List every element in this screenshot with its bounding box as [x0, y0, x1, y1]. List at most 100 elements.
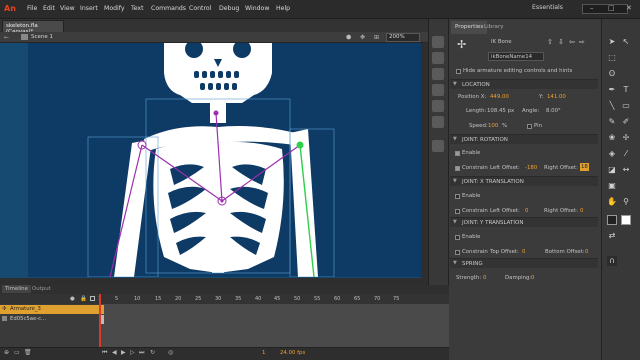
snap-magnet-icon[interactable]: ∩	[607, 256, 617, 266]
eyedropper-tool-icon[interactable]: ⁄	[621, 149, 631, 159]
next-frame-icon[interactable]: ▷	[130, 349, 135, 356]
menu-view[interactable]: View	[60, 4, 75, 14]
lasso-tool-icon[interactable]: ʘ	[607, 69, 617, 79]
close-button[interactable]: ✕	[626, 4, 632, 12]
deco-tool-icon[interactable]: ❀	[607, 133, 617, 143]
panel-code-icon[interactable]	[432, 140, 444, 152]
stage-vertical-scrollbar[interactable]	[421, 43, 428, 278]
prev-frame-icon[interactable]: ◀	[112, 349, 117, 356]
stage[interactable]	[28, 40, 428, 278]
instance-name-input[interactable]: ikBoneName14	[488, 52, 544, 61]
rotation-left-value[interactable]: -180	[525, 164, 537, 172]
frame-rate[interactable]: 24.00 fps	[280, 349, 305, 357]
bone-child-icon[interactable]: ⇩	[558, 38, 564, 46]
new-layer-icon[interactable]: ⊕	[4, 349, 9, 356]
play-icon[interactable]: ▶	[121, 349, 126, 356]
tab-timeline[interactable]: Timeline	[2, 285, 31, 293]
menu-edit[interactable]: Edit	[43, 4, 55, 14]
camera-tool-icon[interactable]: ▣	[607, 181, 617, 191]
spring-damping-value[interactable]: 0	[531, 274, 534, 282]
section-spring[interactable]: SPRING	[450, 258, 598, 268]
panel-transform-icon[interactable]	[432, 100, 444, 112]
current-frame[interactable]: 1	[262, 349, 265, 357]
brush-tool-icon[interactable]: ✐	[621, 117, 631, 127]
document-tab[interactable]: skeleton.fla (Canvas)*	[2, 20, 64, 35]
menu-debug[interactable]: Debug	[219, 4, 239, 14]
pin-checkbox[interactable]	[527, 124, 532, 129]
tab-output[interactable]: Output	[32, 285, 51, 293]
rotation-constrain-checkbox[interactable]	[455, 166, 460, 171]
rotation-enable-checkbox[interactable]	[455, 151, 460, 156]
maximize-button[interactable]: □	[608, 4, 615, 12]
pencil-tool-icon[interactable]: ✎	[607, 117, 617, 127]
new-folder-icon[interactable]: ▭	[14, 349, 20, 356]
stroke-color-swatch[interactable]	[607, 215, 617, 225]
ytrans-bottom-value[interactable]: 0	[585, 248, 588, 256]
tab-library[interactable]: Library	[480, 21, 508, 34]
panel-history-icon[interactable]	[432, 116, 444, 128]
xtrans-right-value[interactable]: 0	[580, 207, 583, 215]
section-location[interactable]: LOCATION	[450, 79, 598, 89]
ytrans-top-value[interactable]: 0	[522, 248, 525, 256]
lock-icon[interactable]: 🔒	[80, 296, 87, 302]
ytrans-enable-checkbox[interactable]	[455, 235, 460, 240]
panel-align-icon[interactable]	[432, 36, 444, 48]
eraser-tool-icon[interactable]: ◪	[607, 165, 617, 175]
help-search-input[interactable]	[582, 4, 628, 14]
hide-controls-checkbox[interactable]	[456, 69, 461, 74]
section-joint-x-translation[interactable]: JOINT: X TRANSLATION	[450, 176, 598, 186]
ytrans-constrain-checkbox[interactable]	[455, 250, 460, 255]
free-transform-tool-icon[interactable]: ⬚	[607, 53, 617, 63]
zoom-select[interactable]: 200%	[386, 33, 420, 42]
frames-area[interactable]	[100, 304, 449, 350]
section-joint-y-translation[interactable]: JOINT: Y TRANSLATION	[450, 217, 598, 227]
subselection-tool-icon[interactable]: ↖	[621, 37, 631, 47]
menu-modify[interactable]: Modify	[104, 4, 125, 14]
menu-help[interactable]: Help	[276, 4, 290, 14]
fill-color-swatch[interactable]	[621, 215, 631, 225]
panel-info-icon[interactable]	[432, 84, 444, 96]
speed-value[interactable]: 100	[488, 122, 498, 130]
edit-symbol-icon[interactable]: ✥	[360, 34, 365, 41]
rotation-right-value[interactable]: 18	[580, 163, 589, 171]
menu-control[interactable]: Control	[189, 4, 211, 14]
outline-icon[interactable]	[90, 296, 95, 301]
pen-tool-icon[interactable]: ✒	[607, 85, 617, 95]
text-tool-icon[interactable]: T	[621, 85, 631, 95]
layer-row-armature[interactable]: Armature_3	[0, 305, 100, 314]
onion-skin-icon[interactable]: ◎	[168, 349, 173, 356]
xtrans-left-value[interactable]: 0	[525, 207, 528, 215]
selection-tool-icon[interactable]: ➤	[607, 37, 617, 47]
first-frame-icon[interactable]: ⏮	[102, 349, 107, 357]
line-tool-icon[interactable]: ╲	[607, 101, 617, 111]
xtrans-enable-checkbox[interactable]	[455, 194, 460, 199]
skeleton-artwork[interactable]	[28, 40, 428, 278]
width-tool-icon[interactable]: ↔	[621, 165, 631, 175]
hand-tool-icon[interactable]: ✋	[607, 197, 617, 207]
xtrans-constrain-checkbox[interactable]	[455, 209, 460, 214]
back-arrow-icon[interactable]: ←	[4, 34, 9, 41]
minimize-button[interactable]: –	[590, 4, 594, 12]
loop-icon[interactable]: ↻	[150, 349, 155, 356]
center-stage-icon[interactable]: ⊞	[374, 34, 379, 41]
section-joint-rotation[interactable]: JOINT: ROTATION	[450, 134, 598, 144]
workspace-switcher[interactable]: Essentials	[532, 4, 563, 11]
menu-commands[interactable]: Commands	[151, 4, 186, 14]
menu-file[interactable]: File	[27, 4, 37, 14]
menu-text[interactable]: Text	[131, 4, 144, 14]
layer-row-2[interactable]: Ed05c5ae-c…	[0, 315, 100, 324]
position-y-value[interactable]: 141.00	[547, 93, 566, 101]
zoom-tool-icon[interactable]: ⚲	[621, 197, 631, 207]
bone-sibling-icon[interactable]: ⇦	[569, 38, 575, 46]
show-hide-icon[interactable]: ●	[70, 296, 75, 302]
paint-bucket-tool-icon[interactable]: ◈	[607, 149, 617, 159]
panel-swatches-icon[interactable]	[432, 68, 444, 80]
stage-horizontal-scrollbar[interactable]	[0, 278, 428, 285]
swap-colors-icon[interactable]: ⇄	[607, 231, 617, 241]
edit-scene-icon[interactable]: ⬢	[346, 34, 351, 41]
bone-parent-icon[interactable]: ⇧	[547, 38, 553, 46]
panel-color-icon[interactable]	[432, 52, 444, 64]
playhead[interactable]	[99, 294, 101, 348]
last-frame-icon[interactable]: ⏭	[139, 349, 144, 357]
delete-layer-icon[interactable]: 🗑	[24, 349, 32, 356]
